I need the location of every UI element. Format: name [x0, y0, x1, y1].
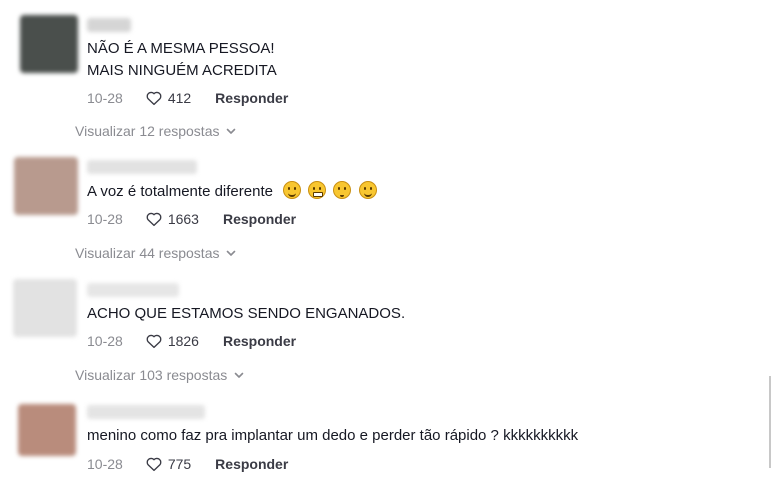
view-replies-button[interactable]: Visualizar 44 respostas [75, 245, 237, 261]
comment-meta: 10-28 412 Responder [87, 88, 288, 108]
like-count: 775 [167, 456, 192, 472]
comment-date: 10-28 [87, 456, 123, 472]
like-count: 1663 [167, 211, 199, 227]
like-button[interactable]: 775 [145, 455, 191, 473]
comment-text-line: MAIS NINGUÉM ACREDITA [87, 62, 277, 79]
heart-outline-icon [146, 457, 162, 472]
like-button[interactable]: 1826 [145, 332, 199, 350]
heart-outline-icon [146, 91, 162, 106]
comment-date: 10-28 [87, 333, 123, 349]
like-button[interactable]: 412 [145, 89, 191, 107]
reply-button[interactable]: Responder [223, 333, 296, 349]
comment-meta: 10-28 1826 Responder [87, 331, 296, 351]
chevron-down-icon [234, 372, 244, 378]
comment-text-line: NÃO É A MESMA PESSOA! [87, 40, 275, 57]
view-replies-label: Visualizar 12 respostas [75, 123, 220, 139]
heart-outline-icon [146, 334, 162, 349]
reply-button[interactable]: Responder [223, 211, 296, 227]
avatar[interactable] [13, 279, 77, 337]
smirk-face-icon [283, 181, 302, 199]
heart-outline-icon [146, 212, 162, 227]
reply-button[interactable]: Responder [215, 456, 288, 472]
comment-text: menino como faz pra implantar um dedo e … [87, 425, 578, 447]
comment-date: 10-28 [87, 90, 123, 106]
grinning-sweat-face-icon [358, 181, 377, 199]
avatar[interactable] [18, 404, 76, 456]
comment-text-line: A voz é totalmente diferente [87, 183, 273, 200]
comment-text: A voz é totalmente diferente [87, 181, 377, 203]
comment-text-line: ACHO QUE ESTAMOS SENDO ENGANADOS. [87, 305, 406, 322]
avatar[interactable] [20, 15, 78, 73]
grimacing-face-icon [308, 181, 327, 199]
view-replies-button[interactable]: Visualizar 103 respostas [75, 367, 245, 383]
view-replies-label: Visualizar 44 respostas [75, 245, 220, 261]
comment-text: NÃO É A MESMA PESSOA! MAIS NINGUÉM ACRED… [87, 38, 277, 82]
chevron-down-icon [227, 250, 236, 256]
username-redacted[interactable] [87, 405, 205, 419]
reply-button[interactable]: Responder [215, 90, 288, 106]
comment-text: ACHO QUE ESTAMOS SENDO ENGANADOS. [87, 303, 405, 325]
avatar[interactable] [14, 157, 78, 215]
view-replies-button[interactable]: Visualizar 12 respostas [75, 123, 237, 139]
username-redacted[interactable] [87, 18, 131, 32]
comment-date: 10-28 [87, 211, 123, 227]
like-button[interactable]: 1663 [145, 210, 199, 228]
chevron-down-icon [227, 128, 236, 134]
like-count: 1826 [167, 333, 199, 349]
like-count: 412 [167, 90, 192, 106]
comment-meta: 10-28 1663 Responder [87, 209, 296, 229]
view-replies-label: Visualizar 103 respostas [75, 367, 228, 383]
comment-meta: 10-28 775 Responder [87, 454, 288, 474]
username-redacted[interactable] [87, 160, 197, 174]
flushed-face-icon [333, 181, 352, 199]
comment-text-line: menino como faz pra implantar um dedo e … [87, 427, 579, 444]
username-redacted[interactable] [87, 283, 179, 297]
